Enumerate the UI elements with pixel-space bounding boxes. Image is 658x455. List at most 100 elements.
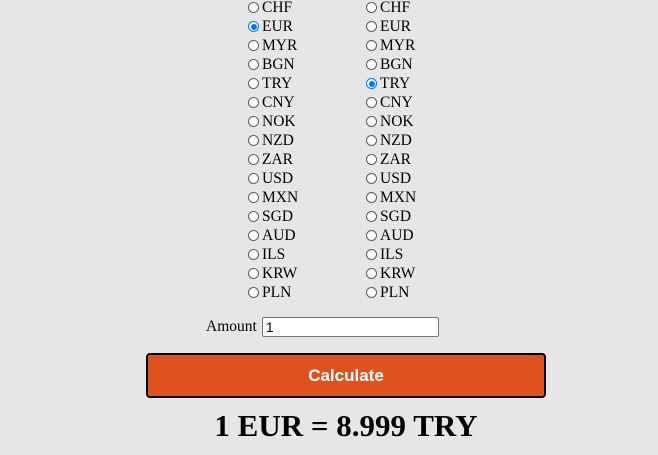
to-radio-nok[interactable] — [366, 116, 377, 127]
from-label-mxn: MXN — [262, 189, 299, 206]
to-label-chf: CHF — [380, 0, 411, 16]
to-label-pln: PLN — [380, 284, 410, 301]
from-option-bgn[interactable]: BGN — [248, 55, 298, 74]
from-radio-nok[interactable] — [248, 116, 259, 127]
from-radio-cny[interactable] — [248, 97, 259, 108]
from-radio-usd[interactable] — [248, 173, 259, 184]
from-label-ils: ILS — [262, 246, 286, 263]
to-radio-mxn[interactable] — [366, 192, 377, 203]
from-label-nzd: NZD — [262, 132, 294, 149]
to-radio-cny[interactable] — [366, 97, 377, 108]
from-label-bgn: BGN — [262, 56, 295, 73]
from-radio-aud[interactable] — [248, 230, 259, 241]
to-option-pln[interactable]: PLN — [366, 283, 416, 302]
to-radio-usd[interactable] — [366, 173, 377, 184]
from-radio-chf[interactable] — [248, 2, 259, 13]
from-radio-try[interactable] — [248, 78, 259, 89]
from-option-eur[interactable]: EUR — [248, 17, 298, 36]
from-radio-krw[interactable] — [248, 268, 259, 279]
from-label-zar: ZAR — [262, 151, 293, 168]
amount-row: Amount — [206, 317, 439, 337]
from-radio-myr[interactable] — [248, 40, 259, 51]
to-radio-eur[interactable] — [366, 21, 377, 32]
from-radio-mxn[interactable] — [248, 192, 259, 203]
result-text: 1 EUR = 8.999 TRY — [214, 408, 478, 443]
from-label-chf: CHF — [262, 0, 293, 16]
from-option-usd[interactable]: USD — [248, 169, 298, 188]
from-label-eur: EUR — [262, 18, 293, 35]
calculate-button[interactable]: Calculate — [146, 353, 546, 398]
to-label-try: TRY — [380, 75, 411, 92]
from-option-mxn[interactable]: MXN — [248, 188, 298, 207]
to-option-mxn[interactable]: MXN — [366, 188, 416, 207]
to-option-nok[interactable]: NOK — [366, 112, 416, 131]
from-label-cny: CNY — [262, 94, 295, 111]
from-label-myr: MYR — [262, 37, 298, 54]
from-option-try[interactable]: TRY — [248, 74, 298, 93]
from-radio-zar[interactable] — [248, 154, 259, 165]
from-option-cny[interactable]: CNY — [248, 93, 298, 112]
from-currency-list: CHF EUR MYR BGN TRY CNY NOK NZD ZAR USD MXN SGD AUD I… — [248, 0, 298, 302]
to-option-zar[interactable]: ZAR — [366, 150, 416, 169]
to-radio-pln[interactable] — [366, 287, 377, 298]
to-option-cny[interactable]: CNY — [366, 93, 416, 112]
currency-converter: CHF EUR MYR BGN TRY CNY NOK NZD ZAR USD MXN SGD AUD I… — [0, 0, 658, 455]
from-radio-sgd[interactable] — [248, 211, 259, 222]
to-label-ils: ILS — [380, 246, 404, 263]
from-radio-ils[interactable] — [248, 249, 259, 260]
from-radio-eur[interactable] — [248, 21, 259, 32]
from-option-myr[interactable]: MYR — [248, 36, 298, 55]
to-label-sgd: SGD — [380, 208, 412, 225]
to-option-chf[interactable]: CHF — [366, 0, 416, 17]
to-radio-chf[interactable] — [366, 2, 377, 13]
from-radio-nzd[interactable] — [248, 135, 259, 146]
to-label-zar: ZAR — [380, 151, 411, 168]
to-radio-ils[interactable] — [366, 249, 377, 260]
to-label-cny: CNY — [380, 94, 413, 111]
from-option-nok[interactable]: NOK — [248, 112, 298, 131]
to-option-sgd[interactable]: SGD — [366, 207, 416, 226]
to-option-myr[interactable]: MYR — [366, 36, 416, 55]
to-option-krw[interactable]: KRW — [366, 264, 416, 283]
to-radio-sgd[interactable] — [366, 211, 377, 222]
to-label-nzd: NZD — [380, 132, 412, 149]
from-label-nok: NOK — [262, 113, 296, 130]
to-label-bgn: BGN — [380, 56, 413, 73]
to-label-aud: AUD — [380, 227, 414, 244]
from-option-krw[interactable]: KRW — [248, 264, 298, 283]
from-radio-bgn[interactable] — [248, 59, 259, 70]
to-label-krw: KRW — [380, 265, 416, 282]
to-label-usd: USD — [380, 170, 412, 187]
to-label-mxn: MXN — [380, 189, 417, 206]
from-option-sgd[interactable]: SGD — [248, 207, 298, 226]
to-label-eur: EUR — [380, 18, 411, 35]
to-label-nok: NOK — [380, 113, 414, 130]
amount-input[interactable] — [261, 317, 439, 337]
to-radio-aud[interactable] — [366, 230, 377, 241]
to-radio-nzd[interactable] — [366, 135, 377, 146]
from-option-ils[interactable]: ILS — [248, 245, 298, 264]
amount-label: Amount — [206, 318, 257, 335]
from-radio-pln[interactable] — [248, 287, 259, 298]
from-option-pln[interactable]: PLN — [248, 283, 298, 302]
to-option-eur[interactable]: EUR — [366, 17, 416, 36]
from-label-usd: USD — [262, 170, 294, 187]
to-radio-zar[interactable] — [366, 154, 377, 165]
from-option-nzd[interactable]: NZD — [248, 131, 298, 150]
from-option-zar[interactable]: ZAR — [248, 150, 298, 169]
to-option-nzd[interactable]: NZD — [366, 131, 416, 150]
to-currency-list: CHF EUR MYR BGN TRY CNY NOK NZD ZAR USD MXN SGD AUD I… — [366, 0, 416, 302]
to-option-aud[interactable]: AUD — [366, 226, 416, 245]
from-option-chf[interactable]: CHF — [248, 0, 298, 17]
to-option-bgn[interactable]: BGN — [366, 55, 416, 74]
to-radio-bgn[interactable] — [366, 59, 377, 70]
from-label-pln: PLN — [262, 284, 292, 301]
to-option-ils[interactable]: ILS — [366, 245, 416, 264]
from-label-sgd: SGD — [262, 208, 294, 225]
to-radio-krw[interactable] — [366, 268, 377, 279]
to-option-usd[interactable]: USD — [366, 169, 416, 188]
from-option-aud[interactable]: AUD — [248, 226, 298, 245]
to-option-try[interactable]: TRY — [366, 74, 416, 93]
to-radio-try[interactable] — [366, 78, 377, 89]
to-radio-myr[interactable] — [366, 40, 377, 51]
